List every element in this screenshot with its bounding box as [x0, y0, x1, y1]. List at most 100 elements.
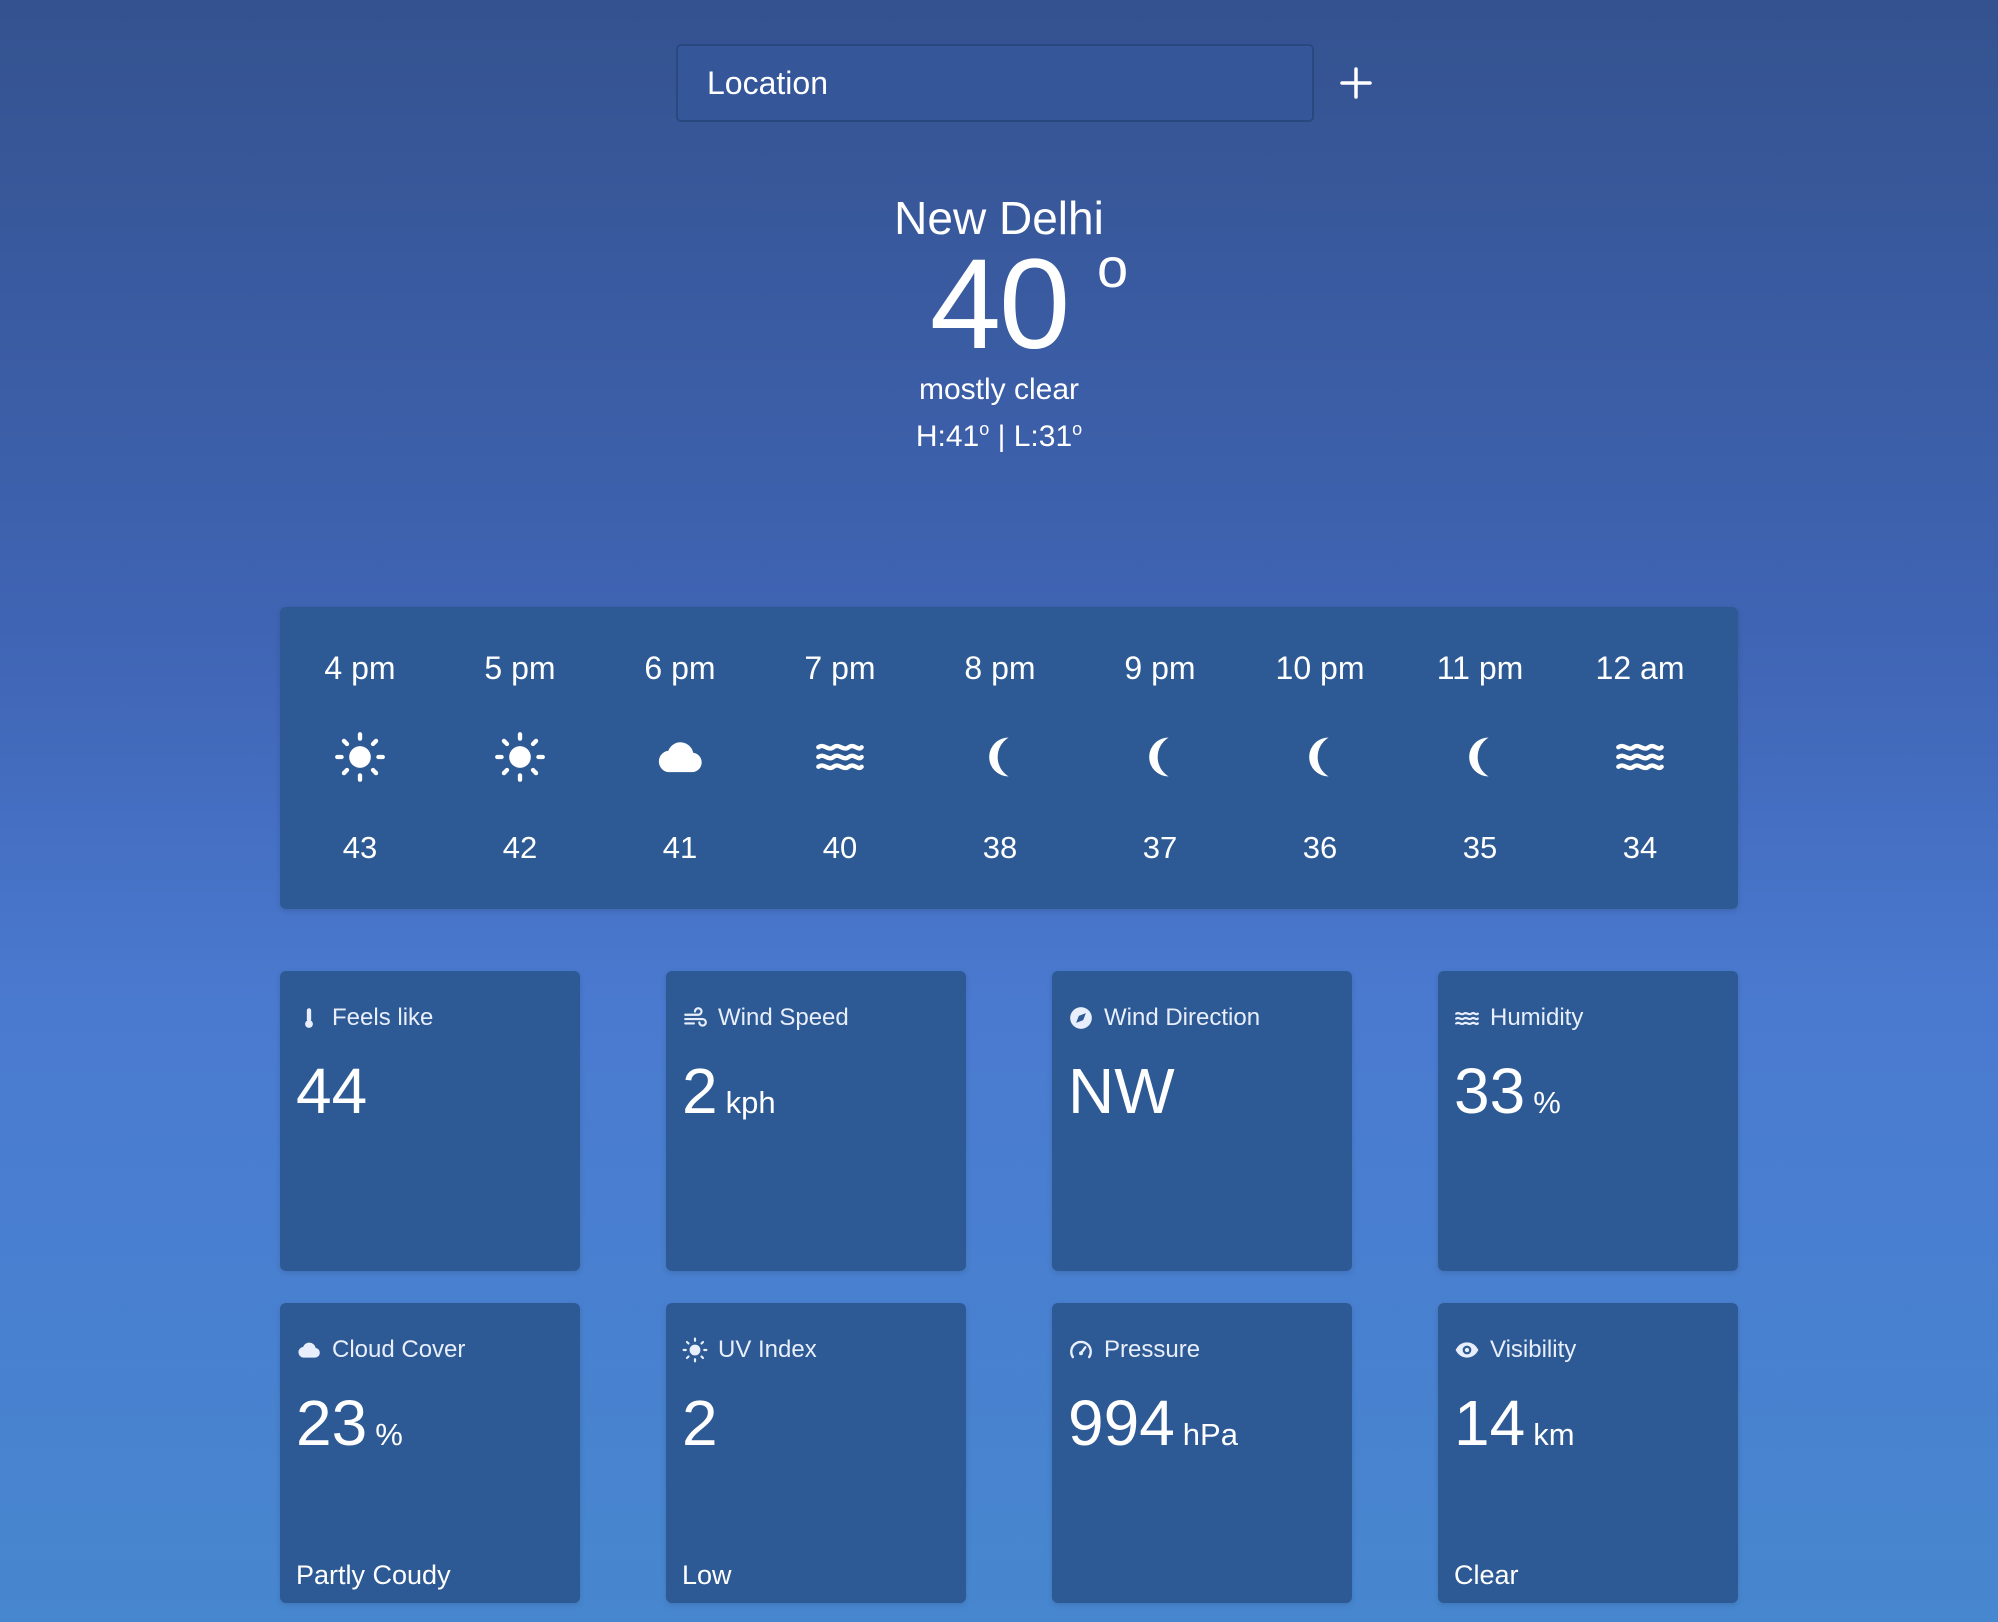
- low-temp: L:31: [1013, 420, 1073, 453]
- hourly-item: 12 am 34: [1560, 607, 1720, 909]
- hourly-item: 4 pm 43: [280, 607, 440, 909]
- card-title: Wind Direction: [1104, 1004, 1261, 1031]
- haze-icon: [814, 731, 866, 783]
- feels-like-value: 44: [296, 1054, 367, 1128]
- high-low: H:41o | L:31o: [0, 409, 1998, 457]
- hourly-item: 8 pm 38: [920, 607, 1080, 909]
- hour-temp: 35: [1462, 830, 1498, 865]
- wind-speed-value: 2 kph: [682, 1054, 776, 1140]
- moon-icon: [1294, 731, 1346, 783]
- hourly-item: 9 pm 37: [1080, 607, 1240, 909]
- card-title: Cloud Cover: [332, 1336, 466, 1363]
- hour-temp: 34: [1622, 830, 1658, 865]
- current-temperature-value: 40: [929, 233, 1070, 376]
- hour-temp: 37: [1142, 830, 1178, 865]
- wind-direction-value: NW: [1068, 1054, 1175, 1128]
- card-title: UV Index: [718, 1336, 817, 1363]
- pressure-value: 994 hPa: [1068, 1386, 1238, 1472]
- waves-icon: [1455, 1011, 1479, 1026]
- card-unit: %: [375, 1417, 403, 1452]
- degree-symbol: o: [1097, 236, 1128, 299]
- card-unit: km: [1533, 1417, 1575, 1452]
- moon-icon: [974, 731, 1026, 783]
- hour-time: 4 pm: [324, 650, 396, 686]
- hour-temp: 41: [662, 830, 698, 865]
- hour-time: 5 pm: [484, 650, 556, 686]
- card-value-number: 33: [1454, 1055, 1526, 1127]
- hour-time: 12 am: [1595, 650, 1685, 686]
- visibility-card: Visibility 14 km Clear: [1438, 1303, 1738, 1603]
- high-temp: H:41: [915, 420, 980, 453]
- feels-like-card: Feels like 44: [280, 971, 580, 1271]
- moon-icon: [1454, 731, 1506, 783]
- card-value-number: 23: [296, 1387, 368, 1459]
- hour-temp: 43: [342, 830, 378, 865]
- hourly-item: 10 pm 36: [1240, 607, 1400, 909]
- pressure-card: Pressure 994 hPa: [1052, 1303, 1352, 1603]
- card-value-number: 994: [1068, 1387, 1175, 1459]
- card-title: Feels like: [332, 1004, 434, 1031]
- search-input[interactable]: [705, 63, 1312, 103]
- hourly-item: 11 pm 35: [1400, 607, 1560, 909]
- current-temperature-block: 40 o: [0, 238, 1998, 370]
- visibility-value: 14 km: [1454, 1386, 1575, 1472]
- card-footer: Low: [682, 1560, 732, 1590]
- cloud-cover-card: Cloud Cover 23% Partly Coudy: [280, 1303, 580, 1603]
- search-bar[interactable]: [676, 44, 1314, 122]
- cloud-cover-value: 23%: [296, 1386, 403, 1472]
- hour-temp: 38: [982, 830, 1018, 865]
- hour-time: 10 pm: [1275, 650, 1365, 686]
- hourly-forecast: 4 pm 43 5 pm 42 6 pm 41 7 pm 40 8 pm 38 …: [280, 607, 1738, 909]
- wind-speed-card: Wind Speed 2 kph: [666, 971, 966, 1271]
- wind-direction-card: Wind Direction NW: [1052, 971, 1352, 1271]
- hour-temp: 40: [822, 830, 858, 865]
- uv-index-value: 2: [682, 1386, 718, 1460]
- card-value-number: 2: [682, 1387, 718, 1459]
- add-location-button[interactable]: [1336, 62, 1376, 104]
- card-value-number: 2: [682, 1055, 718, 1127]
- low-degree-symbol: o: [1072, 419, 1083, 439]
- plus-icon: [1340, 67, 1372, 99]
- uv-index-card: UV Index 2 Low: [666, 1303, 966, 1603]
- hour-time: 9 pm: [1124, 650, 1196, 686]
- card-value-number: 44: [296, 1055, 368, 1127]
- card-title: Humidity: [1490, 1004, 1584, 1031]
- hour-temp: 36: [1302, 830, 1338, 865]
- current-temperature: 40 o: [930, 238, 1128, 370]
- hourly-item: 6 pm 41: [600, 607, 760, 909]
- card-footer: Partly Coudy: [296, 1560, 451, 1590]
- card-unit: %: [1533, 1085, 1561, 1120]
- thermometer-icon: [305, 1008, 313, 1028]
- humidity-card: Humidity 33%: [1438, 971, 1738, 1271]
- card-title: Pressure: [1104, 1336, 1201, 1363]
- high-degree-symbol: o: [979, 419, 990, 439]
- sun-icon: [682, 1337, 708, 1363]
- card-value-number: 14: [1454, 1387, 1526, 1459]
- card-value-number: NW: [1068, 1055, 1175, 1127]
- card-unit: hPa: [1182, 1417, 1238, 1452]
- humidity-value: 33%: [1454, 1054, 1561, 1140]
- sun-icon: [494, 731, 546, 783]
- hour-time: 7 pm: [804, 650, 876, 686]
- hour-time: 6 pm: [644, 650, 716, 686]
- high-low-separator: |: [997, 420, 1006, 453]
- cloud-icon: [654, 731, 706, 783]
- current-condition: mostly clear: [918, 373, 1080, 406]
- hourly-item: 7 pm 40: [760, 607, 920, 909]
- eye-icon: [1455, 1342, 1479, 1358]
- card-title: Visibility: [1490, 1336, 1577, 1363]
- card-title: Wind Speed: [718, 1004, 849, 1031]
- hour-time: 8 pm: [964, 650, 1036, 686]
- wind-icon: [684, 1007, 707, 1027]
- hourly-item: 5 pm 42: [440, 607, 600, 909]
- compass-icon: [1070, 1007, 1092, 1029]
- card-footer: Clear: [1454, 1560, 1519, 1590]
- haze-icon: [1614, 731, 1666, 783]
- cloud-icon: [298, 1342, 320, 1358]
- moon-icon: [1134, 731, 1186, 783]
- hour-time: 11 pm: [1436, 650, 1524, 686]
- card-unit: kph: [725, 1085, 776, 1120]
- hour-temp: 42: [502, 830, 538, 865]
- gauge-icon: [1070, 1340, 1092, 1359]
- sun-icon: [334, 731, 386, 783]
